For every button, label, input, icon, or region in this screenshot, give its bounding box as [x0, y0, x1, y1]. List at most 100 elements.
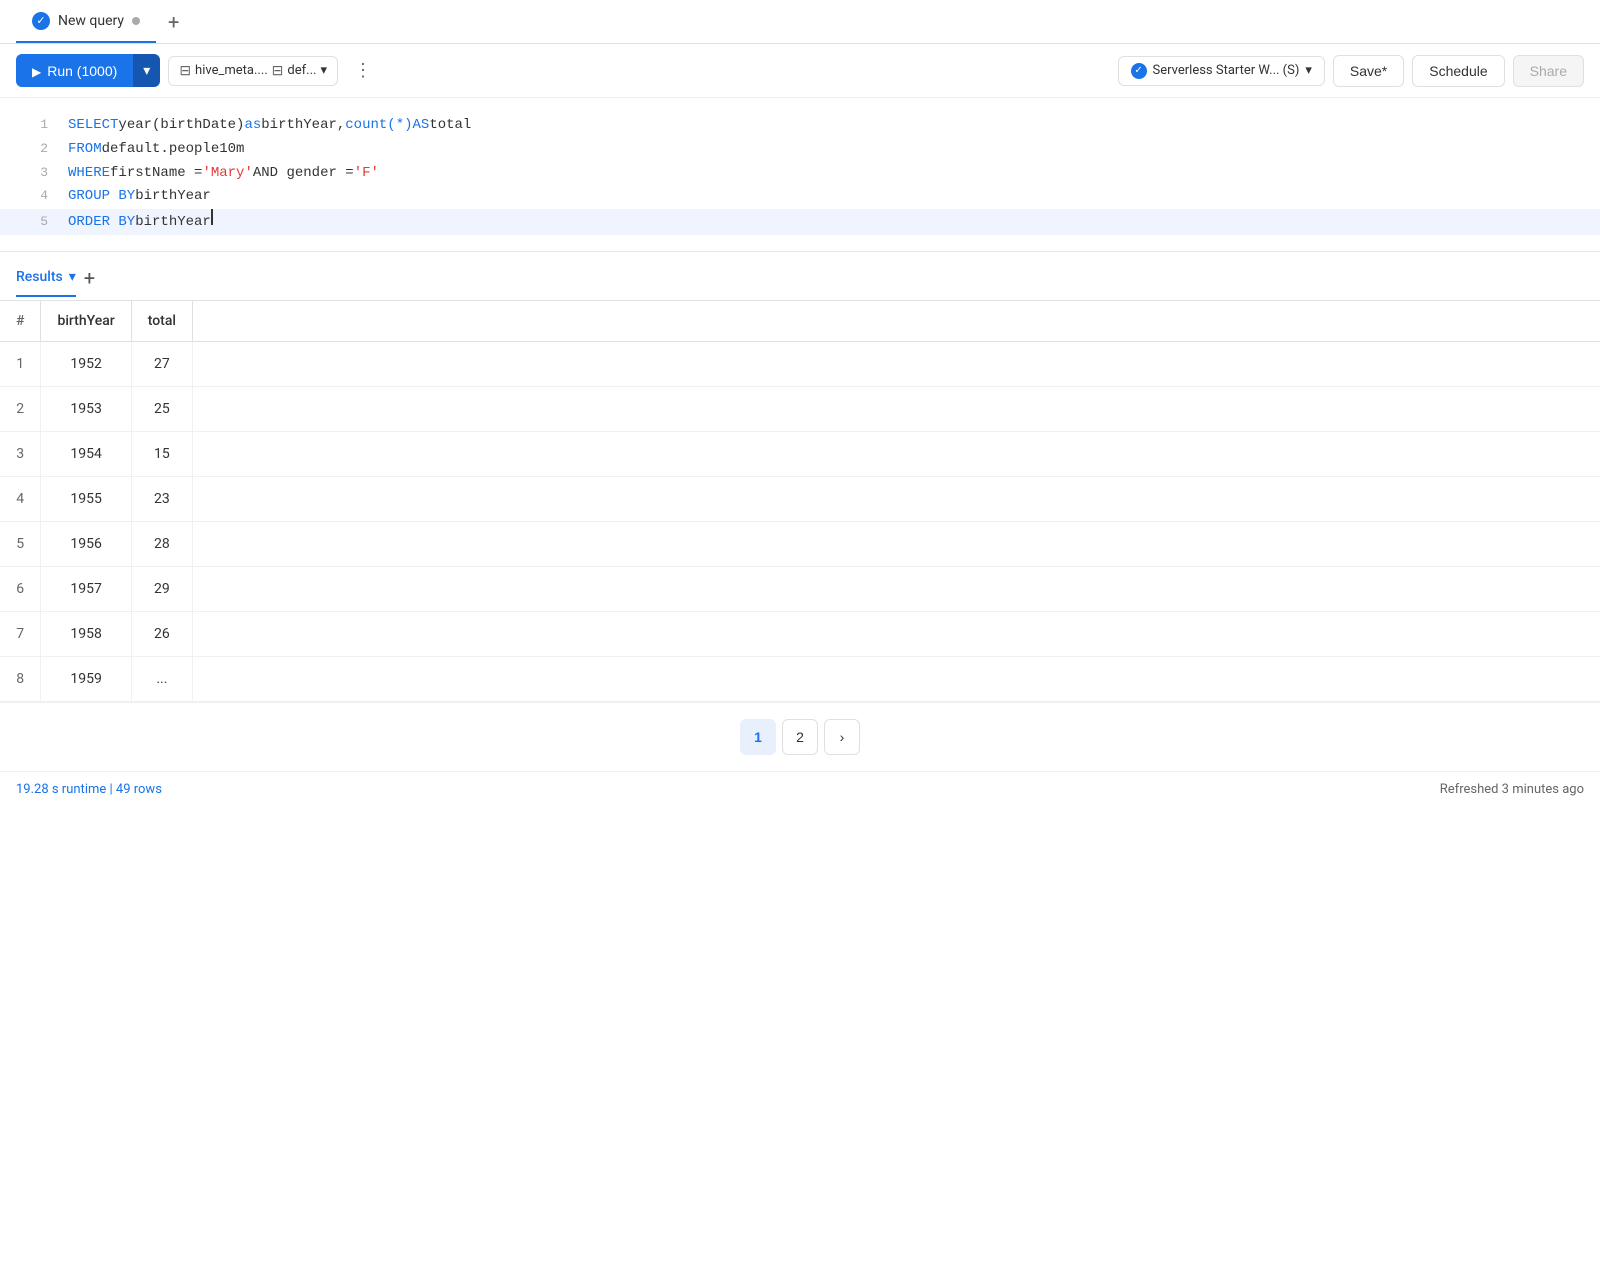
code-text: birthYear,: [261, 114, 345, 138]
code-line-1: 1SELECT year(birthDate) as birthYear, co…: [0, 114, 1600, 138]
cluster-label: Serverless Starter W... (S): [1153, 63, 1300, 78]
status-bar: 19.28 s runtime | 49 rows Refreshed 3 mi…: [0, 771, 1600, 807]
code-text: firstName =: [110, 162, 202, 186]
birth-year-cell: 1956: [41, 521, 131, 566]
table-row: 2195325: [0, 386, 1600, 431]
run-button[interactable]: Run (1000): [16, 54, 133, 87]
empty-cell: [192, 566, 1600, 611]
table-row: 81959...: [0, 656, 1600, 701]
cluster-chevron-icon: ▾: [1305, 63, 1312, 78]
share-button[interactable]: Share: [1513, 55, 1584, 87]
results-tab-label: Results: [16, 269, 63, 285]
empty-cell: [192, 521, 1600, 566]
more-options-button[interactable]: ⋮: [346, 54, 380, 87]
results-header: Results ▾ +: [0, 252, 1600, 301]
row-number-cell: 5: [0, 521, 41, 566]
play-icon: [32, 63, 41, 79]
code-line-2: 2 FROM default.people10m: [0, 138, 1600, 162]
code-text: total: [429, 114, 471, 138]
row-number-cell: 7: [0, 611, 41, 656]
empty-cell: [192, 431, 1600, 476]
page-next-button[interactable]: ›: [824, 719, 860, 755]
total-cell: 25: [131, 386, 192, 431]
catalog-label: hive_meta....: [195, 63, 268, 78]
empty-cell: [192, 476, 1600, 521]
schema-icon: ⊟: [272, 63, 284, 79]
keyword: GROUP BY: [68, 185, 135, 209]
schema-label: def...: [287, 63, 316, 78]
cluster-selector[interactable]: ✓ Serverless Starter W... (S) ▾: [1118, 56, 1325, 86]
cursor-caret: [211, 209, 213, 225]
code-editor[interactable]: 1SELECT year(birthDate) as birthYear, co…: [0, 98, 1600, 252]
total-cell: 27: [131, 341, 192, 386]
tab-bar: ✓ New query +: [0, 0, 1600, 44]
total-cell: 23: [131, 476, 192, 521]
birth-year-cell: 1953: [41, 386, 131, 431]
col-header-num: #: [0, 301, 41, 342]
results-tab[interactable]: Results ▾: [16, 269, 76, 297]
total-cell: 15: [131, 431, 192, 476]
empty-cell: [192, 611, 1600, 656]
birth-year-cell: 1952: [41, 341, 131, 386]
function-call: count(*): [345, 114, 412, 138]
code-text: default.people10m: [102, 138, 245, 162]
line-number: 3: [16, 162, 48, 184]
table-row: 6195729: [0, 566, 1600, 611]
total-cell: ...: [131, 656, 192, 701]
table-row: 3195415: [0, 431, 1600, 476]
keyword: AS: [413, 114, 430, 138]
keyword: FROM: [68, 138, 102, 162]
add-tab-button[interactable]: +: [156, 0, 191, 43]
page-1-button[interactable]: 1: [740, 719, 776, 755]
string-literal: 'Mary': [202, 162, 252, 186]
save-button[interactable]: Save*: [1333, 55, 1404, 87]
table-row: 1195227: [0, 341, 1600, 386]
catalog-icon: ⊟: [179, 63, 191, 79]
table-row: 4195523: [0, 476, 1600, 521]
code-text: year(birthDate): [118, 114, 244, 138]
table-row: 7195826: [0, 611, 1600, 656]
row-number-cell: 6: [0, 566, 41, 611]
line-number: 4: [16, 185, 48, 207]
runtime-info: 19.28 s runtime | 49 rows: [16, 782, 162, 797]
table-header-row: # birthYear total: [0, 301, 1600, 342]
code-line-3: 3WHERE firstName = 'Mary' AND gender = '…: [0, 162, 1600, 186]
col-header-birthyear: birthYear: [41, 301, 131, 342]
tab-check-icon: ✓: [32, 12, 50, 30]
results-chevron-icon: ▾: [69, 269, 76, 285]
run-dropdown-button[interactable]: [133, 54, 160, 87]
query-tab[interactable]: ✓ New query: [16, 0, 156, 43]
row-number-cell: 4: [0, 476, 41, 521]
empty-cell: [192, 386, 1600, 431]
line-number: 2: [16, 138, 48, 160]
empty-cell: [192, 656, 1600, 701]
keyword: SELECT: [68, 114, 118, 138]
code-line-4: 4 GROUP BY birthYear: [0, 185, 1600, 209]
col-header-empty: [192, 301, 1600, 342]
row-number-cell: 1: [0, 341, 41, 386]
total-cell: 28: [131, 521, 192, 566]
code-text: birthYear: [135, 211, 211, 235]
db-chevron-icon: ▾: [320, 63, 327, 78]
run-label: Run (1000): [47, 63, 117, 79]
add-result-tab-button[interactable]: +: [84, 266, 95, 300]
birth-year-cell: 1955: [41, 476, 131, 521]
birth-year-cell: 1959: [41, 656, 131, 701]
schedule-button[interactable]: Schedule: [1412, 55, 1504, 87]
total-cell: 29: [131, 566, 192, 611]
results-table-wrapper: # birthYear total 1195227219532531954154…: [0, 301, 1600, 702]
page-2-button[interactable]: 2: [782, 719, 818, 755]
results-table: # birthYear total 1195227219532531954154…: [0, 301, 1600, 702]
run-button-group: Run (1000): [16, 54, 160, 87]
empty-cell: [192, 341, 1600, 386]
birth-year-cell: 1957: [41, 566, 131, 611]
refresh-info: Refreshed 3 minutes ago: [1440, 782, 1584, 797]
string-literal: 'F': [354, 162, 379, 186]
row-number-cell: 8: [0, 656, 41, 701]
code-text: birthYear: [135, 185, 211, 209]
birth-year-cell: 1954: [41, 431, 131, 476]
keyword: ORDER BY: [68, 211, 135, 235]
line-number: 1: [16, 114, 48, 136]
chevron-down-icon: [143, 62, 150, 79]
catalog-selector[interactable]: ⊟ hive_meta.... ⊟ def... ▾: [168, 56, 338, 86]
